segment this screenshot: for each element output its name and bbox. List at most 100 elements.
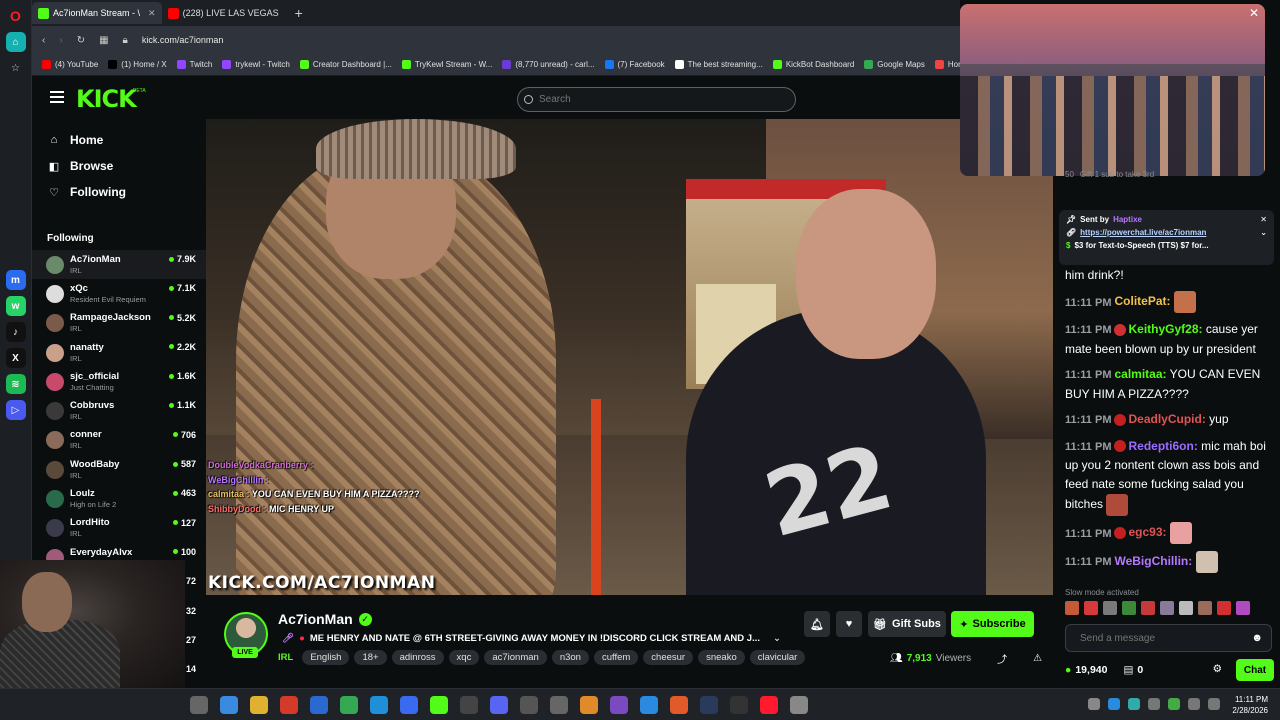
chat-message[interactable]: 11:11 PM ColitePat: (1065, 291, 1270, 314)
search-box[interactable] (517, 87, 796, 112)
followed-channel-item[interactable]: Loulz High on Life 2 463 (32, 484, 206, 513)
followed-channel-item[interactable]: LordHito IRL 127 (32, 514, 206, 543)
bookmark-item[interactable]: The best streaming... (674, 60, 763, 69)
app-icon[interactable] (310, 696, 328, 714)
followed-channel-item[interactable]: RampageJackson IRL 5.2K (32, 309, 206, 338)
app-icon[interactable] (220, 696, 238, 714)
tray-chevron-icon[interactable] (1088, 698, 1100, 710)
followed-channel-item[interactable]: nanatty IRL 2.2K (32, 338, 206, 367)
system-clock[interactable]: 11:11 PM 2/28/2026 (1232, 694, 1268, 716)
edge-icon[interactable] (370, 696, 388, 714)
stream-tag[interactable]: English (302, 650, 350, 665)
menu-icon[interactable] (50, 91, 64, 103)
reload-icon[interactable]: ↻ (77, 35, 85, 46)
video-player[interactable]: 22 DoubleVodkaCranberry : WeBigChillin :… (206, 119, 1053, 595)
settings-gear-icon[interactable]: ⚙ (1213, 663, 1222, 675)
x-icon[interactable]: X (5, 348, 26, 368)
chat-send-button[interactable]: Chat (1236, 659, 1274, 681)
search-input[interactable] (539, 94, 759, 105)
stream-tag[interactable]: 18+ (354, 650, 387, 665)
emote[interactable] (1065, 601, 1079, 615)
followed-channel-item[interactable]: Ac7ionMan IRL 7.9K (32, 250, 206, 280)
emote[interactable] (1141, 601, 1155, 615)
gift-subs-button[interactable]: 🎁︎ Gift Subs (868, 611, 946, 637)
nav-following[interactable]: ♡ Following (32, 179, 206, 205)
unpin-icon[interactable]: ✕ (1260, 215, 1267, 224)
pinned-sender[interactable]: Haptixe (1113, 215, 1142, 224)
picture-in-picture-video[interactable]: ✕ (960, 4, 1265, 176)
close-tab-icon[interactable]: ✕ (148, 8, 156, 19)
report-icon[interactable]: ⚠ (1033, 653, 1042, 664)
emote[interactable] (1236, 601, 1250, 615)
chat-message[interactable]: 11:11 PM Redepti6on: mic mah boi up you 2… (1065, 437, 1270, 516)
stream-tag[interactable]: cheesur (643, 650, 694, 665)
chat-username[interactable]: egc93: (1128, 526, 1166, 540)
bookmark-item[interactable]: Twitch (176, 60, 212, 69)
chat-message[interactable]: 11:11 PM calmitaa: YOU CAN EVEN BUY HIM A… (1065, 365, 1270, 403)
chevron-down-icon[interactable]: ⌄ (1260, 228, 1267, 237)
app-icon[interactable] (670, 696, 688, 714)
tiktok-icon[interactable]: ♪ (5, 322, 26, 342)
app-icon[interactable] (640, 696, 658, 714)
network-icon[interactable] (1188, 698, 1200, 710)
emote[interactable] (1217, 601, 1231, 615)
speed-dial-icon[interactable]: ▦ (99, 35, 108, 46)
bookmark-item[interactable]: (1) Home / X (108, 60, 167, 69)
stream-tag[interactable]: cuffem (593, 650, 639, 665)
nav-home[interactable]: ⌂ Home (32, 127, 206, 153)
opera-logo-icon[interactable]: O (6, 6, 26, 26)
folder-icon[interactable] (250, 696, 268, 714)
bookmark-item[interactable]: TryKewl Stream - W... (401, 60, 492, 69)
new-tab-button[interactable]: + (295, 5, 303, 21)
kick-icon[interactable] (430, 696, 448, 714)
emote[interactable] (1160, 601, 1174, 615)
app-icon[interactable] (400, 696, 418, 714)
stream-tag[interactable]: n3on (551, 650, 589, 665)
tray-app-icon[interactable] (1168, 698, 1180, 710)
messenger-icon[interactable]: m (5, 270, 26, 290)
tray-app-icon[interactable] (1128, 698, 1140, 710)
chat-message[interactable]: 11:11 PM DeadlyCupid: yup (1065, 410, 1270, 430)
app-icon[interactable] (280, 696, 298, 714)
app-icon[interactable] (550, 696, 568, 714)
gift-prompt[interactable]: Gift 1 sub to take 3rd (1080, 170, 1154, 179)
back-icon[interactable]: ‹ (42, 35, 45, 46)
player-icon[interactable]: ▷ (5, 400, 26, 420)
home-sidebar-icon[interactable]: ⌂ (5, 32, 26, 52)
emote[interactable] (1122, 601, 1136, 615)
volume-icon[interactable] (1208, 698, 1220, 710)
bookmark-item[interactable]: (8,770 unread) - carl... (502, 60, 595, 69)
notification-bell-button[interactable]: 🔔︎ (804, 611, 830, 637)
emote[interactable] (1198, 601, 1212, 615)
stream-tag[interactable]: adinross (391, 650, 444, 665)
chat-message[interactable]: 11:11 PM WeBigChillin: (1065, 551, 1270, 574)
stream-tag[interactable]: sneako (698, 650, 745, 665)
chat-username[interactable]: KeithyGyf28: (1128, 322, 1202, 336)
secondary-counter[interactable]: ▤ 0 (1123, 664, 1143, 676)
bookmark-item[interactable]: trykewl - Twitch (222, 60, 290, 69)
tray-app-icon[interactable] (1148, 698, 1160, 710)
app-icon[interactable] (460, 696, 478, 714)
chat-message[interactable]: 11:11 PM KeithyGyf28: cause yer mate been… (1065, 320, 1270, 358)
pinboard-icon[interactable]: ☆ (6, 58, 26, 78)
app-icon[interactable] (790, 696, 808, 714)
stream-tag[interactable]: ac7ionman (484, 650, 547, 665)
app-icon[interactable] (520, 696, 538, 714)
subscribe-button[interactable]: ✦ Subscribe (951, 611, 1034, 637)
whatsapp-icon[interactable]: w (5, 296, 26, 316)
bookmark-item[interactable]: Home (934, 60, 960, 69)
pinned-link[interactable]: https://powerchat.live/ac7ionman (1080, 228, 1206, 237)
followed-channel-item[interactable]: Cobbruvs IRL 1.1K (32, 396, 206, 425)
bluetooth-icon[interactable] (1108, 698, 1120, 710)
spotify-icon[interactable]: ≋ (5, 374, 26, 394)
chat-username[interactable]: calmitaa: (1114, 367, 1166, 381)
steam-icon[interactable] (700, 696, 718, 714)
opera-icon[interactable] (760, 696, 778, 714)
stream-tag[interactable]: xqc (448, 650, 480, 665)
emote[interactable] (1084, 601, 1098, 615)
follow-heart-button[interactable]: ♥ (836, 611, 862, 637)
chrome-icon[interactable] (340, 696, 358, 714)
chat-username[interactable]: WeBigChillin: (1114, 554, 1192, 568)
app-icon[interactable] (610, 696, 628, 714)
channel-points[interactable]: ● 19,940 (1065, 664, 1107, 676)
